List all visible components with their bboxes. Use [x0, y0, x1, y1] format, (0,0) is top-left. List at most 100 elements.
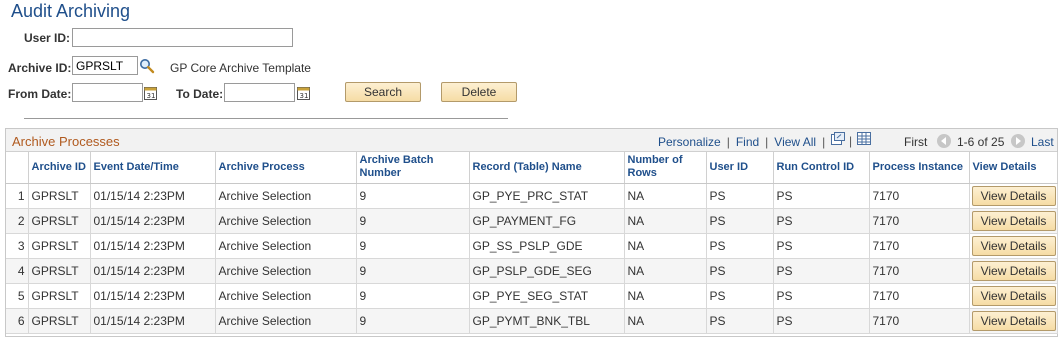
view-details-button[interactable]: View Details	[971, 260, 1056, 281]
cell-user-id: PS	[706, 283, 774, 309]
cell-user-id: PS	[706, 183, 774, 209]
cell-archive-process: Archive Selection	[215, 258, 357, 284]
grid-pager: First 1-6 of 25 Last	[904, 134, 1054, 149]
column-header: View Details	[969, 152, 1058, 184]
new-window-icon[interactable]	[831, 132, 845, 145]
view-all-link[interactable]: View All	[774, 135, 816, 149]
cell-row-number: 2	[6, 208, 29, 234]
from-date-input[interactable]	[72, 83, 143, 102]
cell-view-details: View Details	[969, 183, 1058, 209]
archive-id-input[interactable]	[72, 56, 138, 75]
view-details-button[interactable]: View Details	[971, 210, 1056, 231]
cell-batch-number: 9	[356, 183, 470, 209]
cell-process-instance: 7170	[869, 258, 970, 284]
column-header-row-number	[6, 152, 29, 184]
calendar-icon[interactable]: 31	[297, 86, 310, 100]
previous-arrow-icon[interactable]	[937, 134, 951, 148]
cell-view-details: View Details	[969, 233, 1058, 259]
find-link[interactable]: Find	[736, 135, 759, 149]
cell-batch-number: 9	[356, 308, 470, 334]
cell-view-details: View Details	[969, 208, 1058, 234]
cell-process-instance: 7170	[869, 283, 970, 309]
personalize-link[interactable]: Personalize	[658, 135, 721, 149]
cell-user-id: PS	[706, 308, 774, 334]
cell-view-details: View Details	[969, 308, 1058, 334]
grid-download-icon[interactable]	[857, 132, 871, 145]
cell-archive-id: GPRSLT	[28, 233, 91, 259]
from-date-label: From Date:	[8, 87, 72, 101]
archive-id-label: Archive ID:	[8, 61, 72, 75]
grid-nav-links: Personalize | Find | View All |	[658, 135, 831, 149]
user-id-input[interactable]	[72, 28, 293, 47]
divider	[24, 118, 508, 119]
cell-archive-id: GPRSLT	[28, 308, 91, 334]
grid-header-bar: Archive Processes Personalize | Find | View …	[6, 129, 1057, 152]
cell-process-instance: 7170	[869, 233, 970, 259]
cell-record-name: GP_SS_PSLP_GDE	[469, 233, 625, 259]
cell-run-control-id: PS	[773, 258, 870, 284]
view-details-button[interactable]: View Details	[971, 185, 1056, 206]
cell-number-of-rows: NA	[624, 258, 707, 284]
svg-text:31: 31	[300, 92, 309, 100]
cell-event-datetime: 01/15/14 2:23PM	[90, 183, 216, 209]
svg-text:31: 31	[147, 92, 156, 100]
cell-archive-id: GPRSLT	[28, 283, 91, 309]
cell-archive-id: GPRSLT	[28, 208, 91, 234]
last-link[interactable]: Last	[1031, 135, 1054, 149]
cell-row-number: 3	[6, 233, 29, 259]
grid-title: Archive Processes	[12, 134, 120, 149]
first-label: First	[904, 135, 928, 149]
cell-batch-number: 9	[356, 233, 470, 259]
cell-event-datetime: 01/15/14 2:23PM	[90, 258, 216, 284]
separator: |	[726, 135, 730, 149]
column-header[interactable]: Number of Rows	[624, 152, 707, 184]
table-row: 4 GPRSLT 01/15/14 2:23PM Archive Selection 9…	[6, 258, 1058, 284]
cell-row-number: 6	[6, 308, 29, 334]
column-header[interactable]: Event Date/Time	[90, 152, 216, 184]
separator: |	[849, 134, 853, 148]
calendar-icon[interactable]: 31	[144, 86, 157, 100]
column-header[interactable]: Archive Process	[215, 152, 357, 184]
cell-batch-number: 9	[356, 258, 470, 284]
cell-process-instance: 7170	[869, 308, 970, 334]
column-header[interactable]: Process Instance	[869, 152, 970, 184]
cell-archive-id: GPRSLT	[28, 258, 91, 284]
cell-run-control-id: PS	[773, 283, 870, 309]
table-header-row: Archive ID Event Date/Time Archive Proce…	[6, 152, 1058, 184]
cell-view-details: View Details	[969, 258, 1058, 284]
cell-event-datetime: 01/15/14 2:23PM	[90, 233, 216, 259]
view-details-button[interactable]: View Details	[971, 285, 1056, 306]
delete-button[interactable]: Delete	[441, 82, 517, 102]
cell-archive-process: Archive Selection	[215, 308, 357, 334]
cell-number-of-rows: NA	[624, 283, 707, 309]
row-range: 1-6 of 25	[957, 135, 1005, 149]
cell-run-control-id: PS	[773, 233, 870, 259]
view-details-button[interactable]: View Details	[971, 310, 1056, 331]
next-arrow-icon[interactable]	[1011, 134, 1025, 148]
cell-record-name: GP_PAYMENT_FG	[469, 208, 625, 234]
search-button[interactable]: Search	[345, 82, 421, 102]
to-date-input[interactable]	[224, 83, 295, 102]
column-header[interactable]: User ID	[706, 152, 774, 184]
cell-archive-process: Archive Selection	[215, 233, 357, 259]
cell-event-datetime: 01/15/14 2:23PM	[90, 208, 216, 234]
cell-archive-id: GPRSLT	[28, 183, 91, 209]
cell-user-id: PS	[706, 233, 774, 259]
cell-event-datetime: 01/15/14 2:23PM	[90, 283, 216, 309]
column-header[interactable]: Archive Batch Number	[356, 152, 470, 184]
column-header[interactable]: Run Control ID	[773, 152, 870, 184]
magnifier-icon[interactable]	[139, 58, 155, 74]
archive-description: GP Core Archive Template	[170, 61, 311, 75]
separator: |	[822, 135, 826, 149]
column-header[interactable]: Record (Table) Name	[469, 152, 625, 184]
cell-view-details: View Details	[969, 283, 1058, 309]
cell-record-name: GP_PYE_PRC_STAT	[469, 183, 625, 209]
column-header[interactable]: Archive ID	[28, 152, 91, 184]
to-date-label: To Date:	[176, 87, 224, 101]
cell-process-instance: 7170	[869, 208, 970, 234]
cell-event-datetime: 01/15/14 2:23PM	[90, 308, 216, 334]
cell-number-of-rows: NA	[624, 233, 707, 259]
view-details-button[interactable]: View Details	[971, 235, 1056, 256]
cell-record-name: GP_PSLP_GDE_SEG	[469, 258, 625, 284]
cell-run-control-id: PS	[773, 183, 870, 209]
